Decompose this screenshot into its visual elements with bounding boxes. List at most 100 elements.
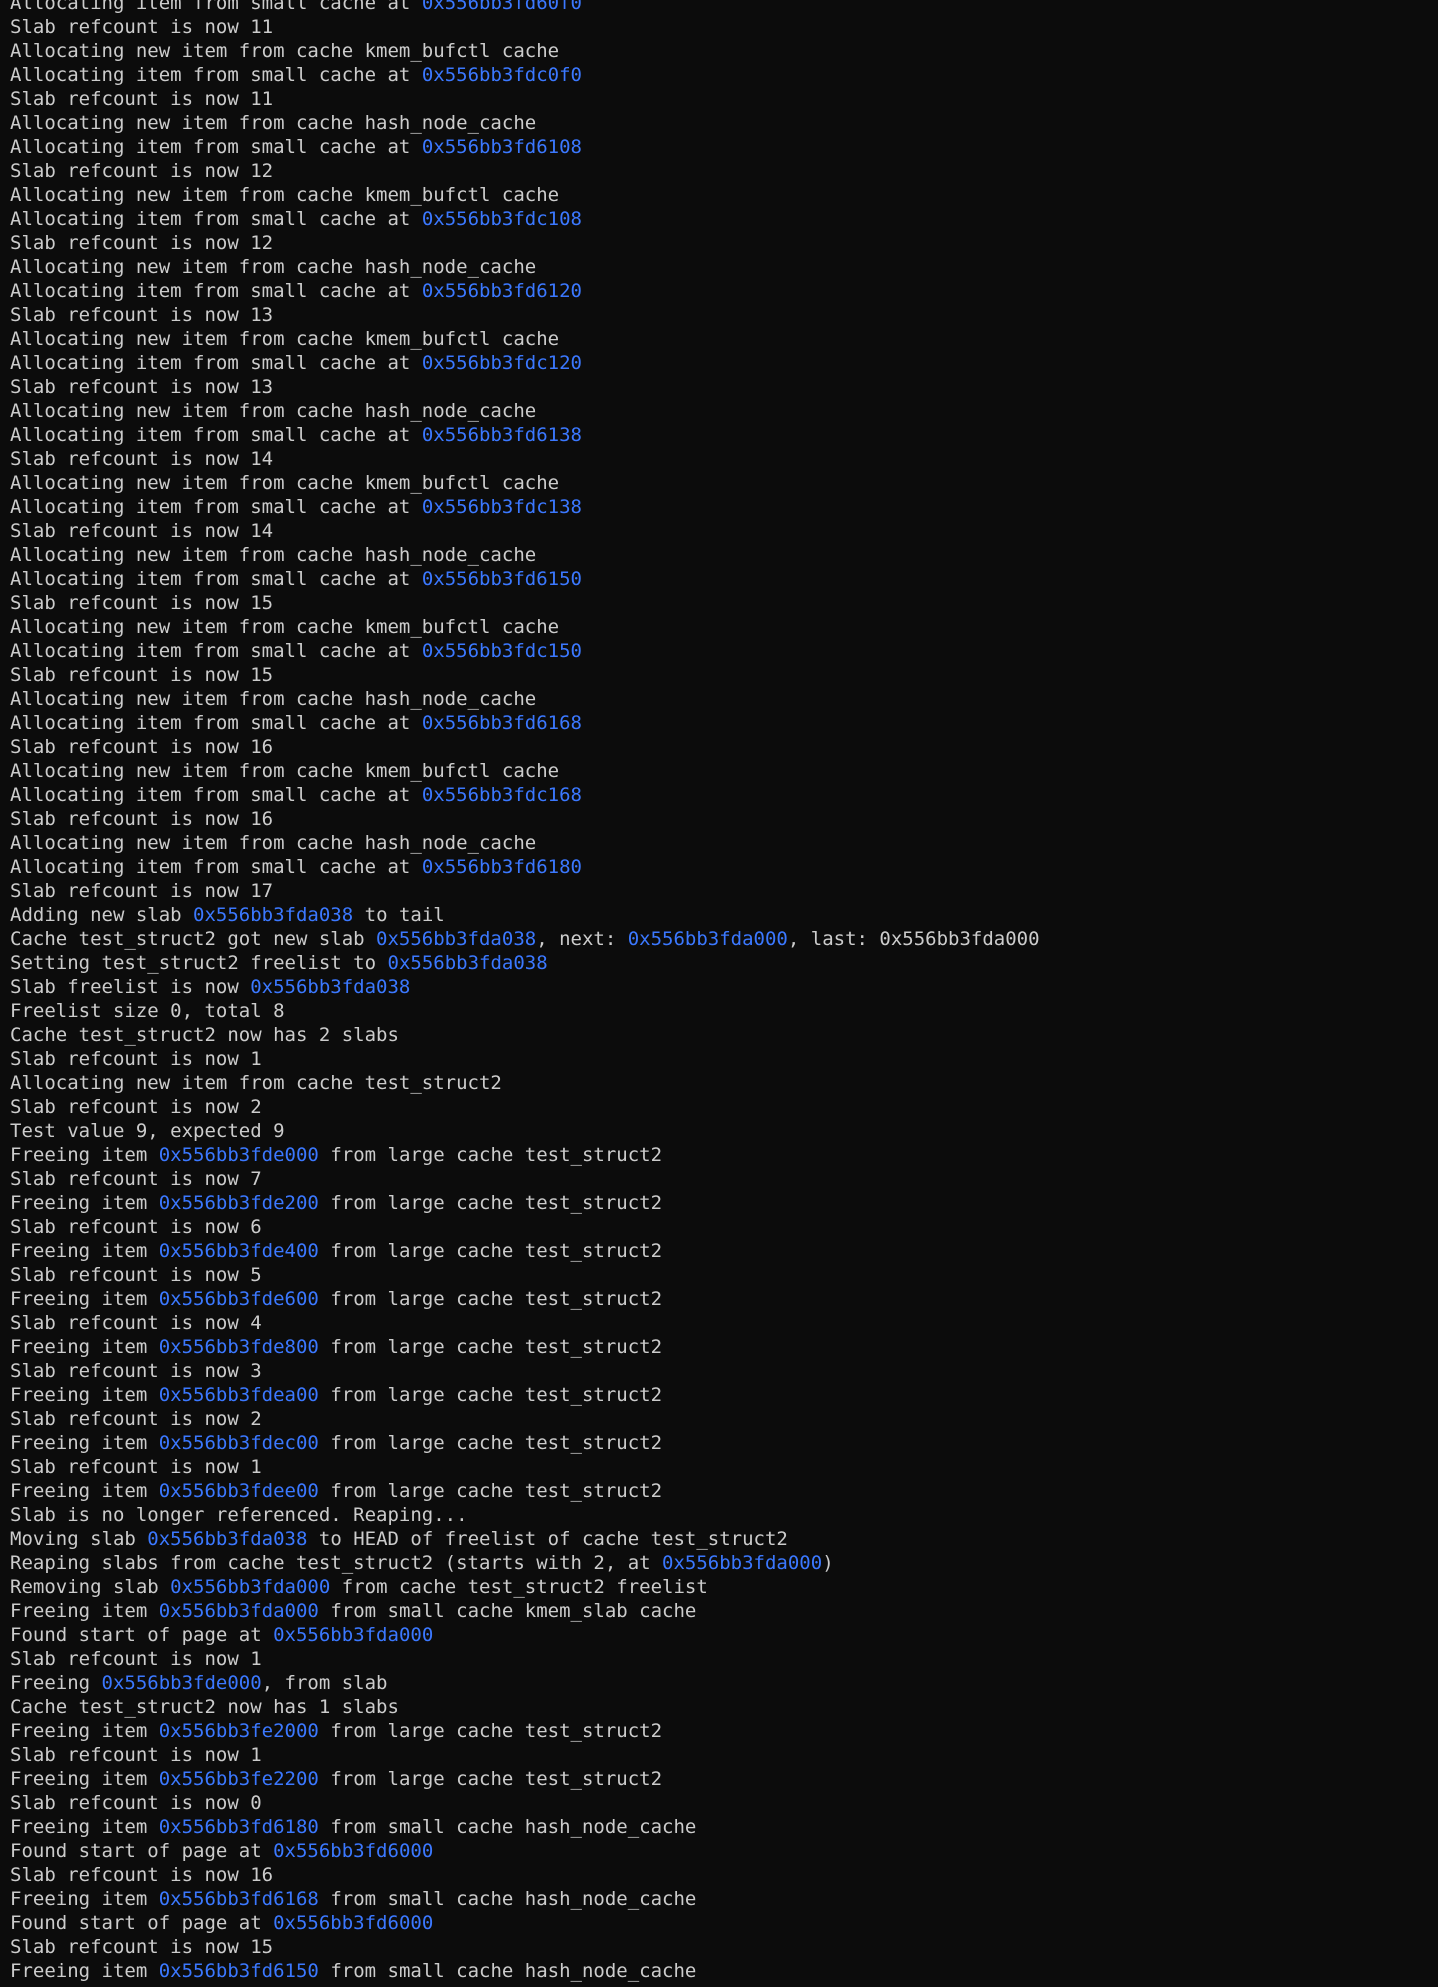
log-text: Freelist size 0, total 8 — [10, 1000, 285, 1022]
log-text: from large cache test_struct2 — [318, 1384, 663, 1406]
terminal-line: Found start of page at 0x556bb3fda000 — [10, 1623, 1430, 1647]
log-text: Slab refcount is now 17 — [10, 880, 274, 902]
terminal-line: Slab refcount is now 11 — [10, 87, 1430, 111]
log-text: Allocating item from small cache at — [10, 496, 422, 518]
log-text: Slab refcount is now 5 — [10, 1264, 262, 1286]
log-text: Freeing item — [10, 1144, 159, 1166]
terminal-line: Slab refcount is now 14 — [10, 447, 1430, 471]
terminal-line: Freeing item 0x556bb3fdec00 from large c… — [10, 1431, 1430, 1455]
terminal-line: Setting test_struct2 freelist to 0x556bb… — [10, 951, 1430, 975]
terminal-line: Slab refcount is now 16 — [10, 735, 1430, 759]
log-text: from large cache test_struct2 — [318, 1336, 663, 1358]
memory-address: 0x556bb3fdc108 — [421, 208, 582, 230]
terminal-line: Freeing item 0x556bb3fde600 from large c… — [10, 1287, 1430, 1311]
memory-address: 0x556bb3fde600 — [158, 1288, 319, 1310]
log-text: Allocating new item from cache kmem_bufc… — [10, 616, 560, 638]
log-text: , next: — [536, 928, 628, 950]
terminal-line: Freeing item 0x556bb3fe2200 from large c… — [10, 1767, 1430, 1791]
memory-address: 0x556bb3fd6150 — [421, 568, 582, 590]
memory-address: 0x556bb3fda000 — [170, 1576, 331, 1598]
log-text: Slab refcount is now 13 — [10, 304, 274, 326]
terminal-line: Slab refcount is now 11 — [10, 15, 1430, 39]
log-text: Removing slab — [10, 1576, 171, 1598]
log-text: to HEAD of freelist of cache test_struct… — [307, 1528, 788, 1550]
log-text: Allocating new item from cache hash_node… — [10, 400, 537, 422]
log-text: Freeing item — [10, 1480, 159, 1502]
memory-address: 0x556bb3fda038 — [193, 904, 354, 926]
terminal-line: Slab refcount is now 12 — [10, 159, 1430, 183]
memory-address: 0x556bb3fd6120 — [421, 280, 582, 302]
log-text: Freeing item — [10, 1960, 159, 1982]
log-text: , from slab — [261, 1672, 388, 1694]
memory-address: 0x556bb3fda038 — [147, 1528, 308, 1550]
log-text: Slab refcount is now 15 — [10, 1936, 274, 1958]
terminal-line: Freeing item 0x556bb3fdea00 from large c… — [10, 1383, 1430, 1407]
terminal-line: Allocating new item from cache kmem_bufc… — [10, 39, 1430, 63]
memory-address: 0x556bb3fdc138 — [421, 496, 582, 518]
log-text: Slab refcount is now 16 — [10, 736, 274, 758]
memory-address: 0x556bb3fdc168 — [421, 784, 582, 806]
terminal-line: Slab refcount is now 1 — [10, 1047, 1430, 1071]
log-text: Allocating new item from cache kmem_bufc… — [10, 472, 560, 494]
log-text: Allocating new item from cache hash_node… — [10, 688, 537, 710]
terminal-line: Slab refcount is now 15 — [10, 1935, 1430, 1959]
terminal-line: Slab refcount is now 14 — [10, 519, 1430, 543]
log-text: Slab refcount is now 13 — [10, 376, 274, 398]
log-text: Freeing item — [10, 1336, 159, 1358]
terminal-line: Slab refcount is now 16 — [10, 1863, 1430, 1887]
terminal-line: Allocating new item from cache hash_node… — [10, 687, 1430, 711]
terminal-line: Allocating item from small cache at 0x55… — [10, 783, 1430, 807]
memory-address: 0x556bb3fde000 — [101, 1672, 262, 1694]
memory-address: 0x556bb3fdee00 — [158, 1480, 319, 1502]
log-text: from large cache test_struct2 — [318, 1432, 663, 1454]
terminal-line: Freeing item 0x556bb3fde200 from large c… — [10, 1191, 1430, 1215]
terminal-line: Cache test_struct2 now has 1 slabs — [10, 1695, 1430, 1719]
log-text: Slab refcount is now 3 — [10, 1360, 262, 1382]
log-text: from large cache test_struct2 — [318, 1144, 663, 1166]
memory-address: 0x556bb3fd60f0 — [421, 0, 582, 14]
log-text: Allocating new item from cache kmem_bufc… — [10, 760, 560, 782]
terminal-line: Allocating new item from cache kmem_bufc… — [10, 759, 1430, 783]
log-text: Slab refcount is now 14 — [10, 448, 274, 470]
terminal-line: Freeing item 0x556bb3fde400 from large c… — [10, 1239, 1430, 1263]
terminal-line: Cache test_struct2 got new slab 0x556bb3… — [10, 927, 1430, 951]
log-text: Allocating item from small cache at — [10, 64, 422, 86]
terminal-output[interactable]: Allocating item from small cache at 0x55… — [10, 0, 1430, 1983]
terminal-line: Adding new slab 0x556bb3fda038 to tail — [10, 903, 1430, 927]
log-text: Allocating new item from cache kmem_bufc… — [10, 184, 560, 206]
log-text: Slab refcount is now 2 — [10, 1408, 262, 1430]
log-text: Allocating item from small cache at — [10, 136, 422, 158]
terminal-line: Slab refcount is now 2 — [10, 1407, 1430, 1431]
terminal-line: Moving slab 0x556bb3fda038 to HEAD of fr… — [10, 1527, 1430, 1551]
terminal-line: Allocating new item from cache hash_node… — [10, 831, 1430, 855]
terminal-line: Allocating new item from cache hash_node… — [10, 255, 1430, 279]
terminal-line: Allocating item from small cache at 0x55… — [10, 351, 1430, 375]
log-text: Allocating item from small cache at — [10, 568, 422, 590]
memory-address: 0x556bb3fdc0f0 — [421, 64, 582, 86]
log-text: Test value 9, expected 9 — [10, 1120, 285, 1142]
log-text: from small cache kmem_slab cache — [318, 1600, 697, 1622]
terminal-line: Allocating item from small cache at 0x55… — [10, 495, 1430, 519]
memory-address: 0x556bb3fdec00 — [158, 1432, 319, 1454]
log-text: Allocating item from small cache at — [10, 424, 422, 446]
terminal-line: Freeing item 0x556bb3fd6150 from small c… — [10, 1959, 1430, 1983]
memory-address: 0x556bb3fda000 — [273, 1624, 434, 1646]
terminal-line: Found start of page at 0x556bb3fd6000 — [10, 1911, 1430, 1935]
memory-address: 0x556bb3fde400 — [158, 1240, 319, 1262]
terminal-line: Allocating item from small cache at 0x55… — [10, 567, 1430, 591]
terminal-line: Allocating new item from cache hash_node… — [10, 399, 1430, 423]
terminal-line: Slab refcount is now 15 — [10, 663, 1430, 687]
memory-address: 0x556bb3fda038 — [387, 952, 548, 974]
log-text: Slab refcount is now 1 — [10, 1048, 262, 1070]
log-text: Allocating item from small cache at — [10, 0, 422, 14]
log-text: Slab refcount is now 7 — [10, 1168, 262, 1190]
terminal-line: Allocating item from small cache at 0x55… — [10, 135, 1430, 159]
terminal-line: Found start of page at 0x556bb3fd6000 — [10, 1839, 1430, 1863]
terminal-line: Freeing item 0x556bb3fda000 from small c… — [10, 1599, 1430, 1623]
terminal-line: Freeing item 0x556bb3fde800 from large c… — [10, 1335, 1430, 1359]
terminal-line: Slab freelist is now 0x556bb3fda038 — [10, 975, 1430, 999]
log-text: from large cache test_struct2 — [318, 1720, 663, 1742]
terminal-line: Allocating new item from cache test_stru… — [10, 1071, 1430, 1095]
memory-address: 0x556bb3fe2000 — [158, 1720, 319, 1742]
memory-address: 0x556bb3fd6180 — [421, 856, 582, 878]
